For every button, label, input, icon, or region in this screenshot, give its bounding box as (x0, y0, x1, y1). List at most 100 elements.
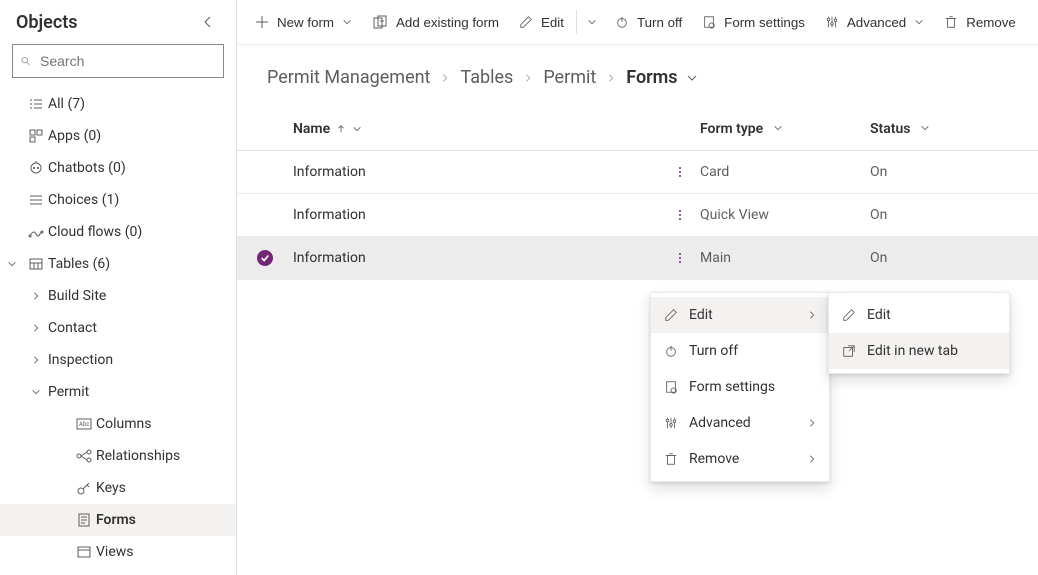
nav-item-permit[interactable]: Permit (0, 376, 236, 408)
sidebar-collapse-button[interactable] (196, 10, 220, 34)
nav-label: Apps (48, 128, 80, 144)
ctx-turn-off[interactable]: Turn off (651, 333, 829, 369)
chatbots-icon (24, 160, 48, 176)
nav-label: Forms (96, 512, 236, 528)
forms-table: Name Form type Status Information (237, 98, 1038, 280)
nav-label: Permit (48, 384, 236, 400)
new-form-button[interactable]: New form (245, 0, 362, 44)
breadcrumb-current: Forms (626, 67, 697, 88)
row-more-button[interactable] (664, 242, 696, 274)
ctx-advanced[interactable]: Advanced (651, 405, 829, 441)
chevron-down-icon (0, 259, 24, 269)
advanced-button[interactable]: Advanced (815, 0, 934, 44)
chevron-right-icon (807, 454, 817, 464)
ctx-sub-edit-new-tab[interactable]: Edit in new tab (829, 333, 1009, 369)
nav-count: (1) (102, 192, 120, 208)
nav-item-apps[interactable]: Apps (0) (0, 120, 236, 152)
breadcrumb-app[interactable]: Permit Management (267, 67, 430, 88)
nav-item-relationships[interactable]: Relationships (0, 440, 236, 472)
sidebar: Objects All (7) Apps (0) (0, 0, 237, 575)
form-settings-button[interactable]: Form settings (692, 0, 815, 44)
column-header-form-type[interactable]: Form type (700, 121, 870, 137)
nav-item-inspection[interactable]: Inspection (0, 344, 236, 376)
edit-icon (663, 308, 679, 322)
edit-icon (841, 308, 857, 322)
keys-icon (72, 480, 96, 496)
svg-text:Abc: Abc (79, 421, 89, 428)
nav-item-columns[interactable]: Abc Columns (0, 408, 236, 440)
table-row[interactable]: Information Quick View On (237, 194, 1038, 237)
table-row[interactable]: Information Main On (237, 237, 1038, 280)
more-vertical-icon (673, 208, 687, 222)
search-box[interactable] (12, 44, 224, 78)
row-more-button[interactable] (664, 199, 696, 231)
nav-item-cloud-flows[interactable]: Cloud flows (0) (0, 216, 236, 248)
nav-label: Cloud flows (48, 224, 121, 240)
table-row[interactable]: Information Card On (237, 151, 1038, 194)
button-label: New form (277, 15, 334, 30)
remove-button[interactable]: Remove (934, 0, 1026, 44)
nav-label: Columns (96, 416, 236, 432)
search-input[interactable] (38, 52, 223, 70)
search-icon (21, 54, 30, 68)
ctx-edit[interactable]: Edit (651, 297, 829, 333)
edit-button[interactable]: Edit (509, 0, 574, 44)
choices-icon (24, 192, 48, 208)
app-root: Objects All (7) Apps (0) (0, 0, 1038, 575)
nav-label: Keys (96, 480, 236, 496)
cell-name: Information (293, 207, 660, 223)
chevron-right-icon (807, 310, 817, 320)
nav-item-build-site[interactable]: Build Site (0, 280, 236, 312)
power-icon (663, 344, 679, 358)
edit-split-button[interactable] (579, 0, 605, 44)
add-existing-form-button[interactable]: Add existing form (362, 0, 509, 44)
nav-item-chatbots[interactable]: Chatbots (0) (0, 152, 236, 184)
nav-item-all[interactable]: All (7) (0, 88, 236, 120)
nav-item-tables[interactable]: Tables (6) (0, 248, 236, 280)
columns-icon: Abc (72, 418, 96, 430)
ctx-form-settings[interactable]: Form settings (651, 369, 829, 405)
breadcrumb-permit[interactable]: Permit (543, 67, 596, 88)
breadcrumb-dropdown[interactable] (686, 72, 698, 84)
button-label: Turn off (637, 15, 682, 30)
chevron-left-icon (202, 16, 214, 28)
breadcrumb-current-label: Forms (626, 67, 677, 88)
column-header-status[interactable]: Status (870, 121, 1038, 137)
form-settings-icon (702, 15, 716, 29)
command-bar: New form Add existing form Edit Turn off (237, 0, 1038, 45)
sidebar-title: Objects (16, 12, 78, 33)
nav-item-contact[interactable]: Contact (0, 312, 236, 344)
button-label: Edit (541, 15, 564, 30)
ctx-label: Turn off (689, 343, 817, 359)
ctx-sub-edit[interactable]: Edit (829, 297, 1009, 333)
chevron-right-icon (24, 291, 48, 301)
ctx-label: Edit (689, 307, 797, 323)
chevron-down-icon (352, 124, 362, 134)
ctx-remove[interactable]: Remove (651, 441, 829, 477)
chevron-right-icon (523, 73, 533, 83)
nav-label: Views (96, 544, 236, 560)
breadcrumb-tables[interactable]: Tables (460, 67, 513, 88)
nav-item-views[interactable]: Views (0, 536, 236, 568)
column-header-name[interactable]: Name (293, 121, 660, 137)
sidebar-nav: All (7) Apps (0) Chatbots (0) Choices (1… (0, 86, 236, 575)
chevron-right-icon (807, 418, 817, 428)
button-label: Form settings (724, 15, 805, 30)
turn-off-button[interactable]: Turn off (605, 0, 692, 44)
nav-item-choices[interactable]: Choices (1) (0, 184, 236, 216)
nav-label: Tables (48, 256, 89, 272)
nav-label: Chatbots (48, 160, 105, 176)
nav-label: Contact (48, 320, 236, 336)
button-label: Advanced (847, 15, 906, 30)
plus-icon (255, 15, 269, 29)
sort-asc-icon (336, 124, 346, 134)
add-existing-icon (372, 14, 388, 30)
nav-item-keys[interactable]: Keys (0, 472, 236, 504)
table-header: Name Form type Status (237, 108, 1038, 151)
chevron-down-icon (24, 387, 48, 397)
cell-status: On (870, 207, 1038, 223)
cell-status: On (870, 250, 1038, 266)
ctx-label: Remove (689, 451, 797, 467)
nav-item-forms[interactable]: Forms (0, 504, 236, 536)
row-more-button[interactable] (664, 156, 696, 188)
